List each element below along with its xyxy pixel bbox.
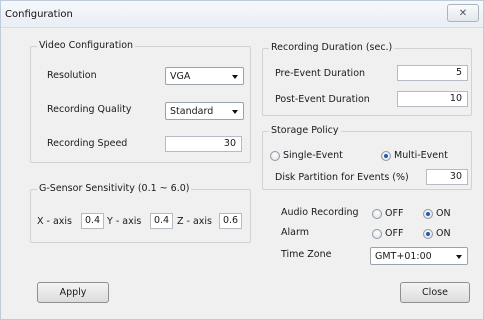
alarm-on-label: ON xyxy=(436,228,451,239)
window-title: Configuration xyxy=(5,9,73,20)
window-close-button[interactable]: ✕ xyxy=(447,4,479,22)
disk-partition-label: Disk Partition for Events (%) xyxy=(275,172,409,183)
recording-speed-label: Recording Speed xyxy=(47,138,128,149)
resolution-select[interactable]: VGA xyxy=(165,67,244,85)
z-axis-input[interactable]: 0.6 xyxy=(219,213,242,229)
radio-unchecked-icon xyxy=(270,150,280,161)
radio-unchecked-icon xyxy=(372,208,382,219)
resolution-value: VGA xyxy=(170,70,191,82)
audio-off-label: OFF xyxy=(385,208,404,219)
storage-policy-legend: Storage Policy xyxy=(269,125,341,136)
chevron-down-icon xyxy=(232,110,238,114)
single-event-radio[interactable]: Single-Event xyxy=(270,150,343,161)
alarm-on-radio[interactable]: ON xyxy=(423,228,451,239)
title-bar: Configuration ✕ xyxy=(1,1,483,28)
y-axis-input[interactable]: 0.4 xyxy=(150,213,173,229)
radio-unchecked-icon xyxy=(372,228,382,239)
apply-button[interactable]: Apply xyxy=(37,282,109,303)
multi-event-radio[interactable]: Multi-Event xyxy=(381,150,448,161)
recording-quality-select[interactable]: Standard xyxy=(165,102,244,120)
recording-duration-legend: Recording Duration (sec.) xyxy=(269,42,395,53)
x-axis-input[interactable]: 0.4 xyxy=(81,213,104,229)
recording-quality-label: Recording Quality xyxy=(47,104,132,115)
pre-event-duration-input[interactable]: 5 xyxy=(397,65,468,81)
recording-speed-input[interactable]: 30 xyxy=(165,136,242,152)
video-configuration-legend: Video Configuration xyxy=(37,40,136,51)
chevron-down-icon xyxy=(232,75,238,79)
close-icon: ✕ xyxy=(458,7,468,19)
post-event-duration-label: Post-Event Duration xyxy=(275,94,370,105)
radio-checked-icon xyxy=(381,150,391,161)
alarm-label: Alarm xyxy=(281,227,309,238)
close-button-label: Close xyxy=(422,287,448,298)
gsensor-legend: G-Sensor Sensitivity (0.1 ~ 6.0) xyxy=(37,183,192,194)
post-event-duration-input[interactable]: 10 xyxy=(397,91,468,107)
y-axis-label: Y - axis xyxy=(107,216,142,227)
alarm-off-label: OFF xyxy=(385,228,404,239)
audio-on-radio[interactable]: ON xyxy=(423,208,451,219)
recording-quality-value: Standard xyxy=(170,105,214,117)
radio-checked-icon xyxy=(423,228,433,239)
chevron-down-icon xyxy=(456,255,462,259)
close-button[interactable]: Close xyxy=(400,282,470,303)
time-zone-label: Time Zone xyxy=(281,249,332,260)
configuration-dialog: Configuration ✕ Video Configuration Reso… xyxy=(0,0,484,320)
multi-event-label: Multi-Event xyxy=(394,150,448,161)
audio-off-radio[interactable]: OFF xyxy=(372,208,403,219)
time-zone-value: GMT+01:00 xyxy=(375,250,432,262)
apply-button-label: Apply xyxy=(59,287,87,298)
audio-on-label: ON xyxy=(436,208,451,219)
time-zone-select[interactable]: GMT+01:00 xyxy=(370,247,468,265)
resolution-label: Resolution xyxy=(47,70,97,81)
pre-event-duration-label: Pre-Event Duration xyxy=(275,68,366,79)
radio-checked-icon xyxy=(423,208,433,219)
disk-partition-input[interactable]: 30 xyxy=(426,169,468,185)
z-axis-label: Z - axis xyxy=(177,216,213,227)
x-axis-label: X - axis xyxy=(37,216,73,227)
single-event-label: Single-Event xyxy=(283,150,343,161)
alarm-off-radio[interactable]: OFF xyxy=(372,228,403,239)
audio-recording-label: Audio Recording xyxy=(281,207,359,218)
